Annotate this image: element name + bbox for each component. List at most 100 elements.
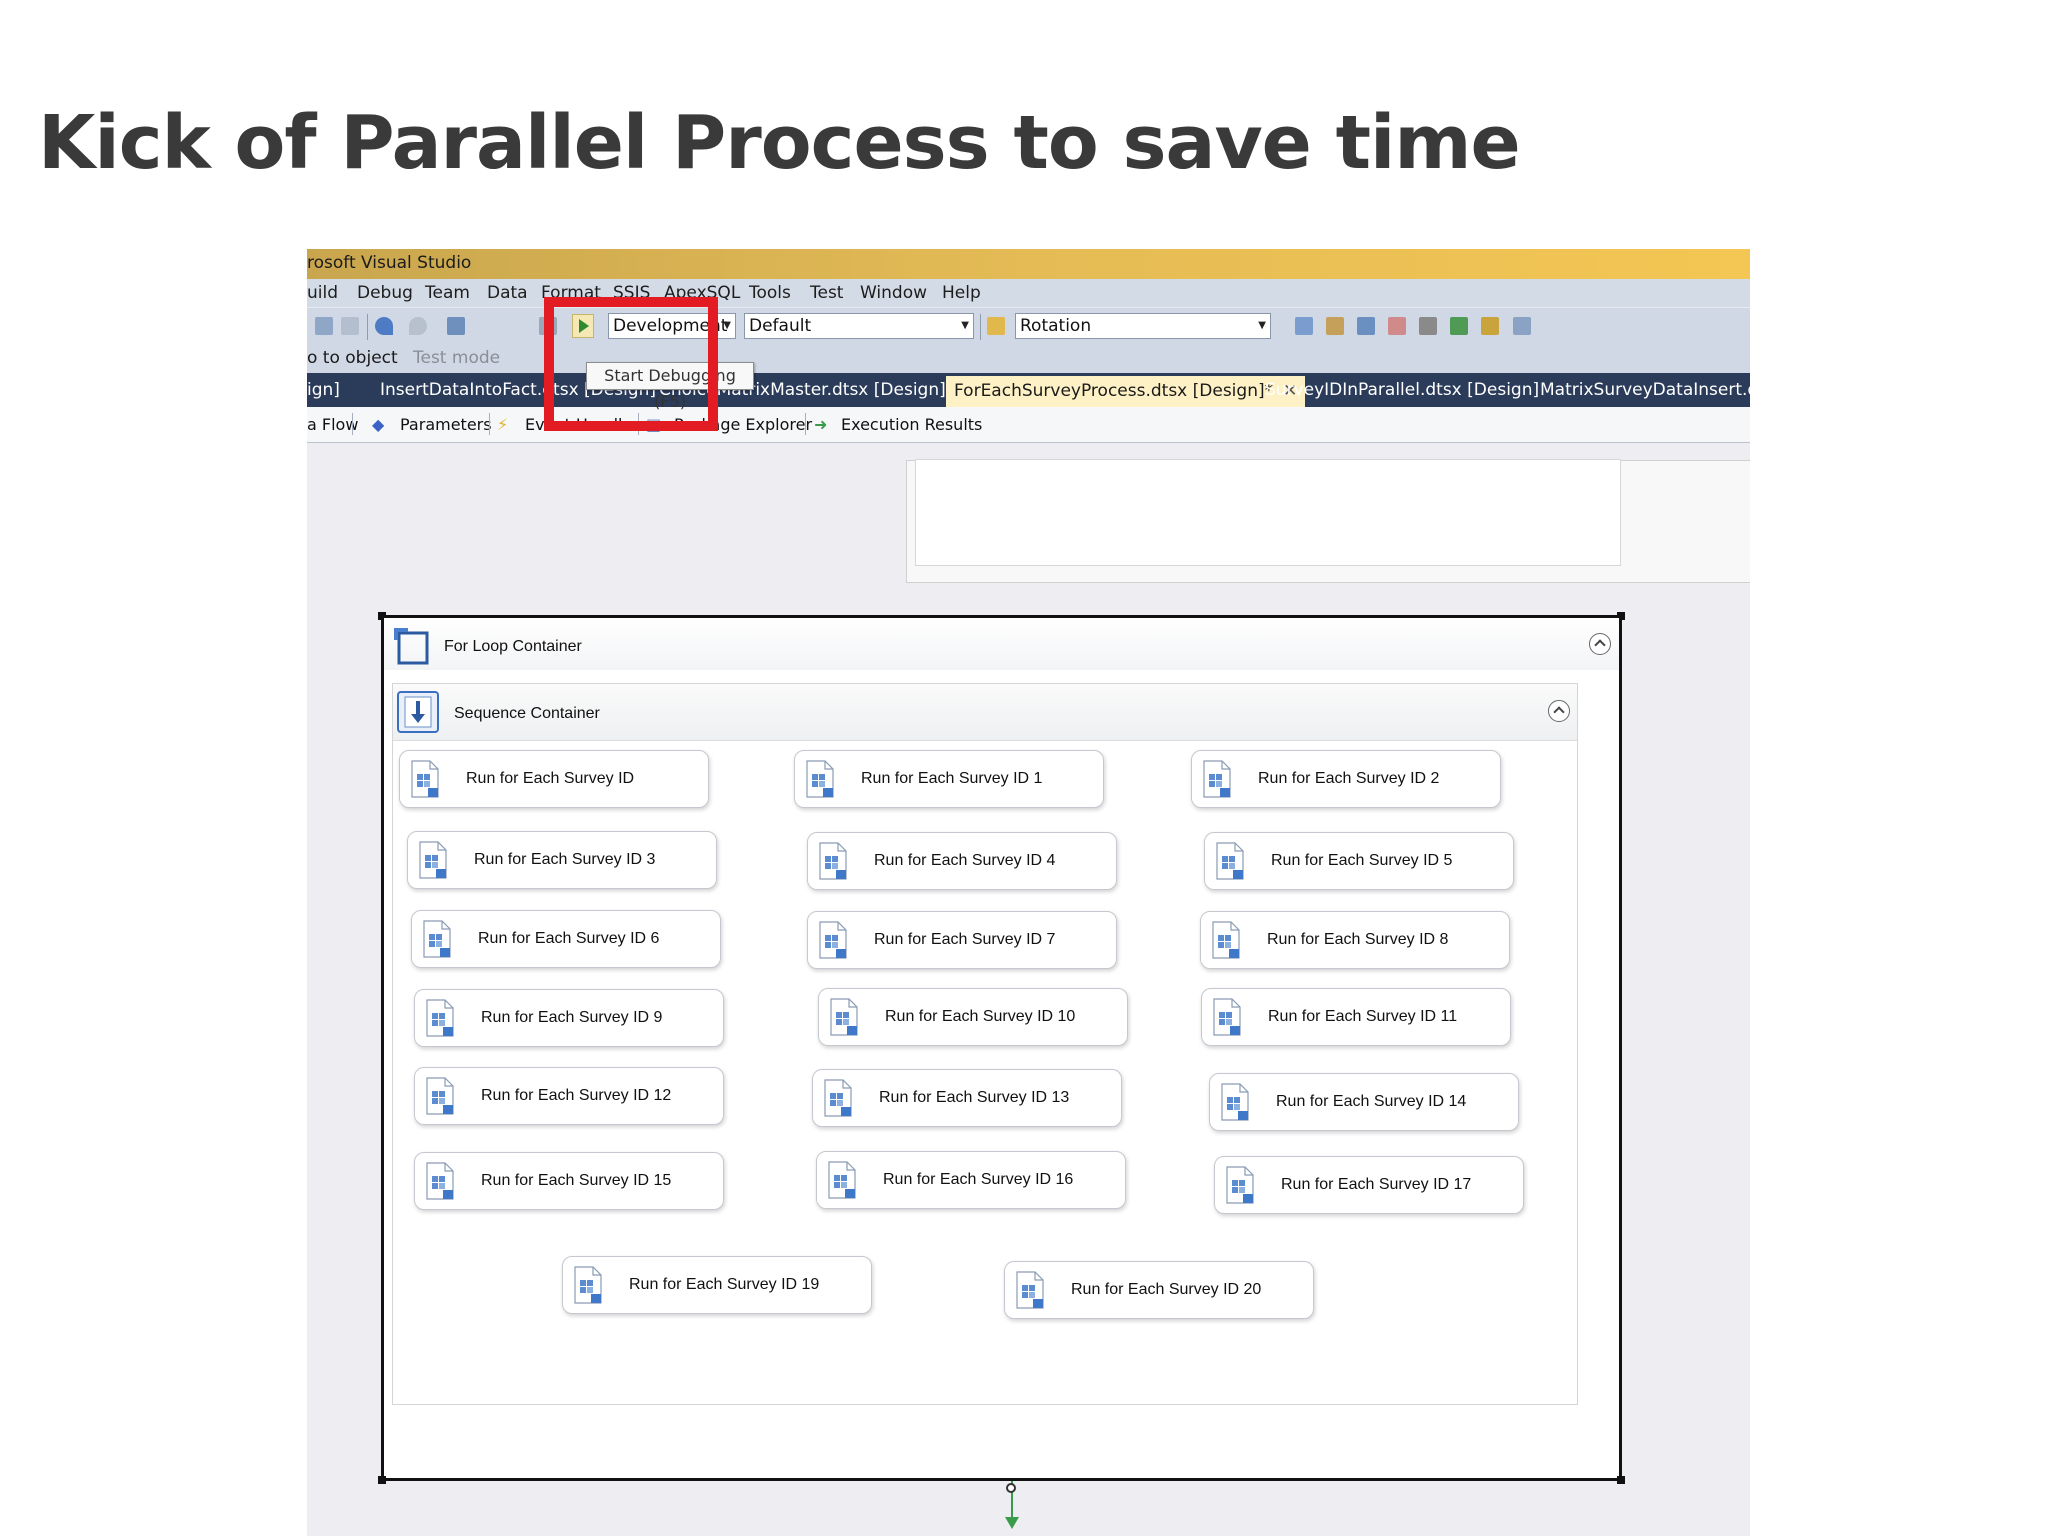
slide-title: Kick of Parallel Process to save time <box>38 100 1521 186</box>
execution-results-icon: ➜ <box>814 415 828 434</box>
execute-package-task[interactable]: Run for Each Survey ID 15 <box>414 1152 724 1210</box>
task-label: Run for Each Survey ID 3 <box>474 851 656 868</box>
selection-handle[interactable] <box>1617 1476 1625 1484</box>
execute-package-task[interactable]: Run for Each Survey ID 12 <box>414 1067 724 1125</box>
execute-package-task[interactable]: Run for Each Survey ID 3 <box>407 831 717 889</box>
tools-icon[interactable] <box>1419 317 1437 335</box>
tab-survey-id-in-parallel[interactable]: SurveyIDInParallel.dtsx [Design] <box>1265 380 1539 400</box>
execute-package-task[interactable]: Run for Each Survey ID 14 <box>1209 1073 1519 1131</box>
tab-execution-results[interactable]: Execution Results <box>841 415 982 434</box>
window-title: rosoft Visual Studio <box>307 253 472 273</box>
execute-package-icon <box>426 1077 454 1115</box>
redo-icon[interactable] <box>409 317 427 335</box>
solution-platform-value: Default <box>749 316 812 336</box>
go-to-object-button[interactable]: o to object <box>307 348 398 368</box>
task-label: Run for Each Survey ID 2 <box>1258 770 1440 787</box>
tab-data-flow[interactable]: a Flow <box>307 415 358 434</box>
designer-tab-strip: a Flow ◆ Parameters ⚡ Event Handlers ▤ P… <box>307 407 1750 443</box>
execute-package-icon <box>426 1162 454 1200</box>
menu-test[interactable]: Test <box>810 283 843 303</box>
find-value: Rotation <box>1020 316 1092 336</box>
tab-label: ForEachSurveyProcess.dtsx [Design]* <box>954 381 1274 401</box>
task-label: Run for Each Survey ID 5 <box>1271 852 1453 869</box>
execute-package-task[interactable]: Run for Each Survey ID 1 <box>794 750 1104 808</box>
execute-package-task[interactable]: Run for Each Survey ID 6 <box>411 910 721 968</box>
execute-package-icon <box>1213 998 1241 1036</box>
menu-team[interactable]: Team <box>425 283 470 303</box>
paste-icon[interactable] <box>341 317 359 335</box>
find-input[interactable]: Rotation ▼ <box>1015 313 1271 339</box>
visual-studio-screenshot: rosoft Visual Studio uild Debug Team Dat… <box>307 249 1750 1536</box>
collapse-icon[interactable] <box>1548 700 1570 722</box>
execute-package-task[interactable]: Run for Each Survey ID 7 <box>807 911 1117 969</box>
task-label: Run for Each Survey ID 7 <box>874 931 1056 948</box>
task-label: Run for Each Survey ID <box>466 770 635 787</box>
execute-package-task[interactable]: Run for Each Survey ID 5 <box>1204 832 1514 890</box>
execute-package-task[interactable]: Run for Each Survey ID 20 <box>1004 1261 1314 1319</box>
object-toolbar: o to object Test mode <box>307 343 1750 373</box>
tab-design[interactable]: ign] <box>307 380 340 400</box>
start-page-icon[interactable] <box>1481 317 1499 335</box>
chevron-down-icon: ▼ <box>961 320 969 331</box>
execute-package-task[interactable]: Run for Each Survey ID 2 <box>1191 750 1501 808</box>
execute-package-icon <box>1212 921 1240 959</box>
execute-package-icon <box>806 760 834 798</box>
execute-package-task[interactable]: Run for Each Survey ID 4 <box>807 832 1117 890</box>
collapse-icon[interactable] <box>1589 633 1611 655</box>
execute-package-icon <box>1221 1083 1249 1121</box>
tab-parameters[interactable]: Parameters <box>400 415 492 434</box>
menu-help[interactable]: Help <box>942 283 981 303</box>
execute-package-task[interactable]: Run for Each Survey ID 19 <box>562 1256 872 1314</box>
execute-package-task[interactable]: Run for Each Survey ID 10 <box>818 988 1128 1046</box>
tab-matrix-survey-data-insert[interactable]: MatrixSurveyDataInsert.dtsx <box>1540 380 1750 400</box>
undo-icon[interactable] <box>375 317 393 335</box>
object-browser-icon[interactable] <box>1388 317 1406 335</box>
execute-package-icon <box>1226 1166 1254 1204</box>
for-loop-header: For Loop Container <box>384 618 1619 670</box>
task-label: Run for Each Survey ID 6 <box>478 930 660 947</box>
menu-bar: uild Debug Team Data Format SSIS ApexSQL… <box>307 279 1750 307</box>
execute-package-task[interactable]: Run for Each Survey ID 11 <box>1201 988 1511 1046</box>
task-label: Run for Each Survey ID 13 <box>879 1089 1070 1106</box>
menu-data[interactable]: Data <box>487 283 528 303</box>
solution-platform-select[interactable]: Default ▼ <box>744 313 974 339</box>
tab-separator <box>352 413 353 435</box>
menu-window[interactable]: Window <box>860 283 927 303</box>
execute-package-task[interactable]: Run for Each Survey ID 9 <box>414 989 724 1047</box>
navigate-icon[interactable] <box>447 317 465 335</box>
menu-tools[interactable]: Tools <box>749 283 791 303</box>
execute-package-task[interactable]: Run for Each Survey ID 13 <box>812 1069 1122 1127</box>
execute-package-task[interactable]: Run for Each Survey ID 8 <box>1200 911 1510 969</box>
execute-package-task[interactable]: Run for Each Survey ID <box>399 750 709 808</box>
execute-package-icon <box>419 841 447 879</box>
sequence-header: Sequence Container <box>393 684 1577 741</box>
for-loop-container[interactable]: For Loop Container Sequence Container <box>378 612 1625 1484</box>
find-in-files-icon[interactable] <box>987 317 1005 335</box>
test-mode-button[interactable]: Test mode <box>413 348 500 368</box>
copy-icon[interactable] <box>315 317 333 335</box>
chevron-down-icon: ▼ <box>723 320 731 331</box>
execute-package-icon <box>574 1266 602 1304</box>
task-label: Run for Each Survey ID 10 <box>885 1008 1076 1025</box>
execute-package-icon <box>423 920 451 958</box>
execute-package-task[interactable]: Run for Each Survey ID 17 <box>1214 1156 1524 1214</box>
chevron-down-icon: ▼ <box>1258 320 1266 331</box>
properties-icon[interactable] <box>1326 317 1344 335</box>
connector-arrow-icon <box>1005 1517 1019 1529</box>
task-label: Run for Each Survey ID 14 <box>1276 1093 1467 1110</box>
selection-handle[interactable] <box>378 1476 386 1484</box>
task-label: Run for Each Survey ID 8 <box>1267 931 1449 948</box>
event-handlers-icon: ⚡ <box>497 415 509 434</box>
tab-for-each-survey-process[interactable]: ForEachSurveyProcess.dtsx [Design]* ✕ <box>946 376 1306 407</box>
toolbox-icon[interactable] <box>1357 317 1375 335</box>
window-icon[interactable] <box>1513 317 1531 335</box>
output-icon[interactable] <box>1450 317 1468 335</box>
solution-explorer-icon[interactable] <box>1295 317 1313 335</box>
task-label: Run for Each Survey ID 15 <box>481 1172 672 1189</box>
task-label: Run for Each Survey ID 17 <box>1281 1176 1472 1193</box>
tab-separator <box>489 413 490 435</box>
menu-debug[interactable]: Debug <box>357 283 413 303</box>
execute-package-task[interactable]: Run for Each Survey ID 16 <box>816 1151 1126 1209</box>
menu-build[interactable]: uild <box>307 283 338 303</box>
connector-start-dot <box>1006 1483 1016 1493</box>
